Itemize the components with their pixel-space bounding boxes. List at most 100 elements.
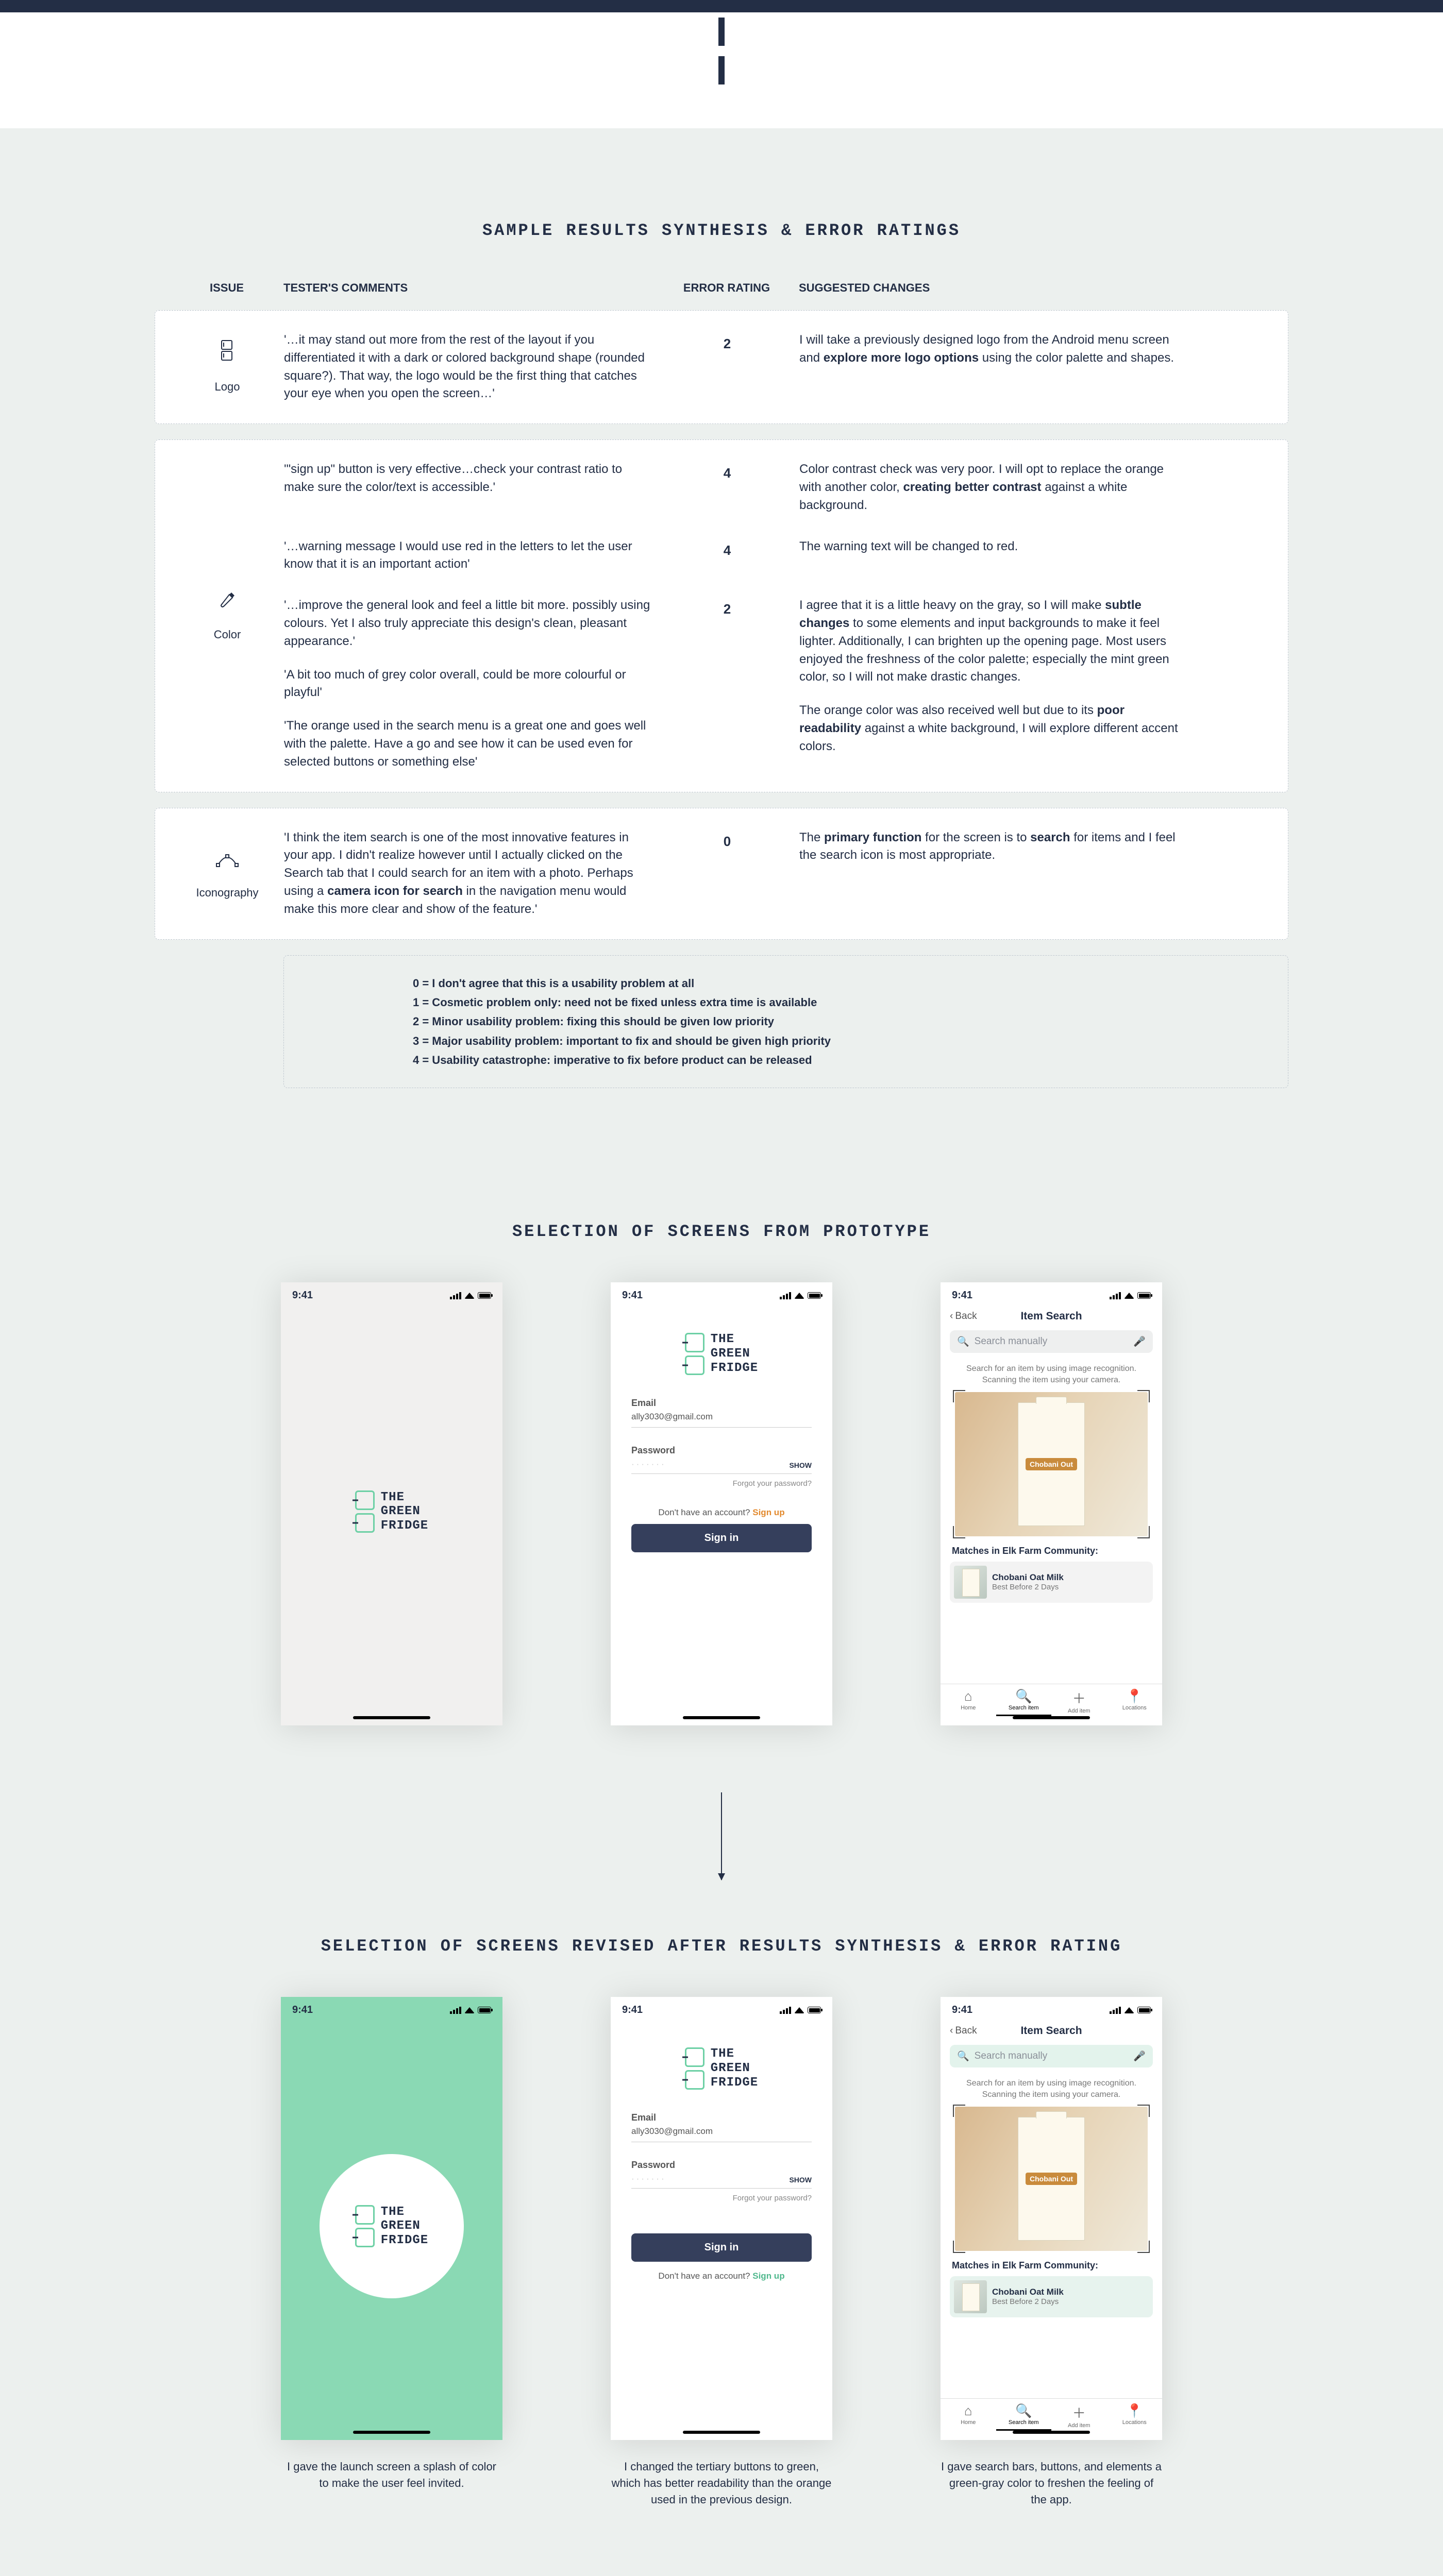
home-indicator — [683, 2431, 760, 2434]
password-label: Password — [631, 2160, 812, 2171]
back-button[interactable]: ‹Back — [950, 2025, 977, 2037]
email-field[interactable]: ally3030@gmail.com — [631, 1412, 812, 1428]
search-input[interactable]: 🔍 Search manually 🎤 — [950, 2045, 1153, 2067]
status-time: 9:41 — [952, 1290, 972, 1301]
col-header-rating: ERROR RATING — [675, 281, 778, 295]
match-item[interactable]: Chobani Oat MilkBest Before 2 Days — [950, 2276, 1153, 2317]
home-indicator — [1013, 2431, 1090, 2434]
chevron-left-icon: ‹ — [950, 1311, 953, 1322]
tester-comment: '"sign up" button is very effective…chec… — [284, 461, 676, 514]
status-icons — [780, 2007, 821, 2014]
col-header-comments: TESTER'S COMMENTS — [283, 281, 675, 295]
suggested-change: I agree that it is a little heavy on the… — [779, 597, 1181, 771]
home-indicator — [683, 1716, 760, 1719]
search-description: Search for an item by using image recogn… — [941, 2074, 1162, 2106]
error-rating: 2 — [676, 331, 779, 403]
eyedropper-icon — [217, 588, 238, 618]
status-icons — [1110, 2007, 1151, 2014]
camera-scan-frame[interactable]: Chobani Out — [955, 1392, 1148, 1536]
tab-add[interactable]: ＋Add item — [1051, 2399, 1107, 2431]
home-indicator — [353, 1716, 430, 1719]
decorative-dash — [718, 18, 725, 46]
search-input[interactable]: 🔍 Search manually 🎤 — [950, 1330, 1153, 1353]
app-logo: THEGREENFRIDGE — [685, 1332, 758, 1375]
suggested-change: The warning text will be changed to red. — [779, 538, 1181, 574]
error-rating: 2 — [676, 597, 779, 771]
forgot-password-link[interactable]: Forgot your password? — [631, 2194, 812, 2202]
password-field[interactable]: ······· — [631, 2174, 666, 2184]
search-icon: 🔍 — [996, 1688, 1052, 1704]
suggested-change: I will take a previously designed logo f… — [779, 331, 1181, 403]
matches-heading: Matches in Elk Farm Community: — [941, 1536, 1162, 1562]
tab-home[interactable]: ⌂Home — [941, 1684, 996, 1716]
section-title-synthesis: SAMPLE RESULTS SYNTHESIS & ERROR RATINGS — [155, 221, 1288, 240]
app-logo: THEGREENFRIDGE — [685, 2047, 758, 2090]
pin-icon: 📍 — [1107, 1688, 1163, 1704]
tab-locations[interactable]: 📍Locations — [1107, 1684, 1163, 1716]
issue-label: Logo — [215, 379, 240, 395]
email-label: Email — [631, 2112, 812, 2123]
error-rating: 4 — [676, 461, 779, 514]
legend-line: 2 = Minor usability problem: fixing this… — [413, 1012, 1272, 1031]
signup-link[interactable]: Sign up — [752, 2271, 784, 2281]
legend-line: 4 = Usability catastrophe: imperative to… — [413, 1050, 1272, 1070]
section-title-revised: SELECTION OF SCREENS REVISED AFTER RESUL… — [155, 1937, 1288, 1956]
tab-home[interactable]: ⌂Home — [941, 2399, 996, 2431]
logo-icon — [217, 340, 237, 370]
status-time: 9:41 — [952, 2004, 972, 2016]
password-field[interactable]: ······· — [631, 1459, 666, 1469]
issue-card-iconography: Iconography 'I think the item search is … — [155, 808, 1288, 940]
show-password-button[interactable]: SHOW — [789, 2176, 812, 2184]
mic-icon[interactable]: 🎤 — [1133, 2050, 1146, 2062]
status-icons — [450, 1292, 491, 1299]
home-indicator — [1013, 1716, 1090, 1719]
issue-card-color: Color '"sign up" button is very effectiv… — [155, 439, 1288, 792]
forgot-password-link[interactable]: Forgot your password? — [631, 1479, 812, 1488]
legend-line: 3 = Major usability problem: important t… — [413, 1031, 1272, 1050]
tester-comment: '…warning message I would use red in the… — [284, 538, 676, 574]
status-time: 9:41 — [622, 1290, 643, 1301]
phone-signin-original: 9:41 THEGREENFRIDGE Email ally3030@gmail… — [611, 1282, 832, 1725]
signin-button[interactable]: Sign in — [631, 2233, 812, 2262]
chevron-left-icon: ‹ — [950, 2025, 953, 2037]
email-field[interactable]: ally3030@gmail.com — [631, 2126, 812, 2142]
status-icons — [450, 2007, 491, 2014]
status-icons — [1110, 1292, 1151, 1299]
legend-line: 0 = I don't agree that this is a usabili… — [413, 974, 1272, 993]
issue-label: Iconography — [196, 885, 258, 901]
match-thumbnail — [954, 2280, 987, 2313]
password-label: Password — [631, 1445, 812, 1456]
search-icon: 🔍 — [957, 2050, 969, 2062]
caption-signin: I changed the tertiary buttons to green,… — [611, 2459, 832, 2508]
status-time: 9:41 — [292, 1290, 313, 1301]
caption-launch: I gave the launch screen a splash of col… — [281, 2459, 502, 2492]
legend-line: 1 = Cosmetic problem only: need not be f… — [413, 993, 1272, 1012]
tab-search[interactable]: 🔍Search item — [996, 2399, 1052, 2431]
match-item[interactable]: Chobani Oat MilkBest Before 2 Days — [950, 1562, 1153, 1603]
match-thumbnail — [954, 1566, 987, 1599]
main-section: SAMPLE RESULTS SYNTHESIS & ERROR RATINGS… — [0, 128, 1443, 2576]
top-spacer — [0, 12, 1443, 128]
email-label: Email — [631, 1398, 812, 1409]
tab-locations[interactable]: 📍Locations — [1107, 2399, 1163, 2431]
tab-add[interactable]: ＋Add item — [1051, 1684, 1107, 1716]
camera-scan-frame[interactable]: Chobani Out — [955, 2107, 1148, 2251]
caption-search: I gave search bars, buttons, and element… — [941, 2459, 1162, 2508]
phone-search-revised: 9:41 ‹Back Item Search 🔍 Search manually… — [941, 1997, 1162, 2440]
phone-launch-original: 9:41 THEGREENFRIDGE — [281, 1282, 502, 1725]
back-button[interactable]: ‹Back — [950, 1311, 977, 1322]
mic-icon[interactable]: 🎤 — [1133, 1335, 1146, 1348]
search-description: Search for an item by using image recogn… — [941, 1359, 1162, 1392]
signin-button[interactable]: Sign in — [631, 1524, 812, 1552]
status-time: 9:41 — [622, 2004, 643, 2016]
signup-link[interactable]: Sign up — [752, 1507, 784, 1517]
tab-search[interactable]: 🔍Search item — [996, 1684, 1052, 1716]
search-icon: 🔍 — [996, 2403, 1052, 2419]
tab-bar: ⌂Home 🔍Search item ＋Add item 📍Locations — [941, 2398, 1162, 2431]
signup-prompt: Don't have an account? Sign up — [631, 2271, 812, 2281]
status-icons — [780, 1292, 821, 1299]
col-header-changes: SUGGESTED CHANGES — [778, 281, 1180, 295]
error-rating: 0 — [676, 829, 779, 919]
show-password-button[interactable]: SHOW — [789, 1461, 812, 1469]
signup-prompt: Don't have an account? Sign up — [631, 1507, 812, 1518]
